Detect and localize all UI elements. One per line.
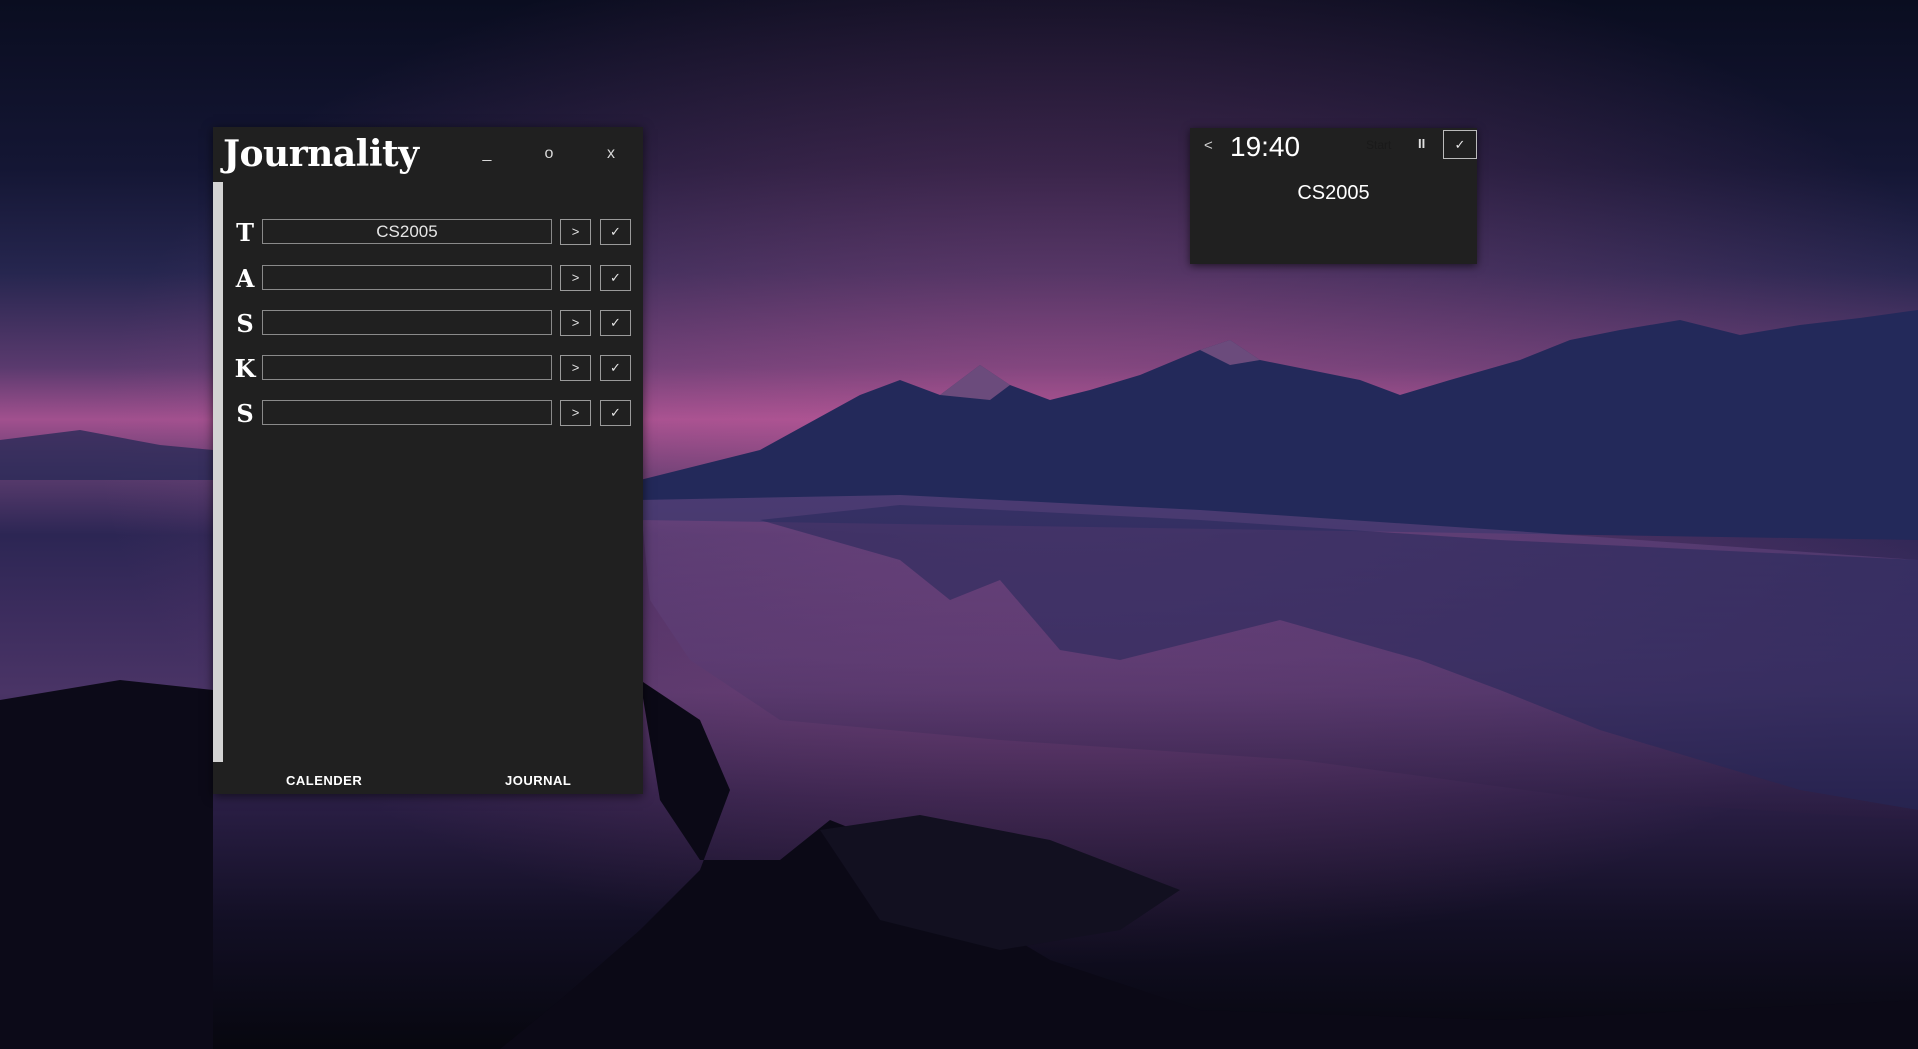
timer-complete-button[interactable]: ✓ (1443, 130, 1477, 159)
journality-window: Journality _ o x T > ✓ A > ✓ S > ✓ K > ✓… (213, 127, 643, 794)
task-done-button-5[interactable]: ✓ (600, 400, 631, 426)
maximize-button[interactable]: o (534, 139, 564, 169)
app-title: Journality (223, 133, 419, 175)
tasks-letter: K (234, 354, 256, 383)
task-input-3[interactable] (262, 310, 552, 335)
tasks-letter: S (236, 399, 254, 428)
tasks-letter: T (236, 218, 254, 247)
task-done-button-3[interactable]: ✓ (600, 310, 631, 336)
calendar-nav-button[interactable]: CALENDER (286, 773, 362, 788)
tasks-letter: A (235, 264, 255, 293)
task-row: K > ✓ (233, 354, 633, 384)
journal-nav-button[interactable]: JOURNAL (505, 773, 571, 788)
task-go-button-1[interactable]: > (560, 219, 591, 245)
task-go-button-2[interactable]: > (560, 265, 591, 291)
task-go-button-5[interactable]: > (560, 400, 591, 426)
close-button[interactable]: x (596, 139, 626, 169)
timer-widget: < 19:40 Start II ✓ CS2005 (1190, 128, 1477, 264)
task-input-1[interactable] (262, 219, 552, 244)
timer-current-task: CS2005 (1297, 182, 1370, 204)
task-input-5[interactable] (262, 400, 552, 425)
task-go-button-3[interactable]: > (560, 310, 591, 336)
minimize-button[interactable]: _ (472, 139, 502, 169)
tasks-letter: S (236, 309, 254, 338)
timer-time: 19:40 (1230, 131, 1301, 162)
task-input-4[interactable] (262, 355, 552, 380)
task-done-button-1[interactable]: ✓ (600, 219, 631, 245)
task-input-2[interactable] (262, 265, 552, 290)
timer-start-button[interactable]: Start (1366, 138, 1391, 152)
task-row: T > ✓ (233, 218, 633, 248)
task-go-button-4[interactable]: > (560, 355, 591, 381)
timer-back-button[interactable]: < (1204, 137, 1213, 154)
scrollbar[interactable] (213, 182, 223, 762)
task-row: S > ✓ (233, 399, 633, 429)
task-done-button-4[interactable]: ✓ (600, 355, 631, 381)
task-row: S > ✓ (233, 309, 633, 339)
task-done-button-2[interactable]: ✓ (600, 265, 631, 291)
task-row: A > ✓ (233, 264, 633, 294)
timer-pause-button[interactable]: II (1418, 136, 1425, 151)
